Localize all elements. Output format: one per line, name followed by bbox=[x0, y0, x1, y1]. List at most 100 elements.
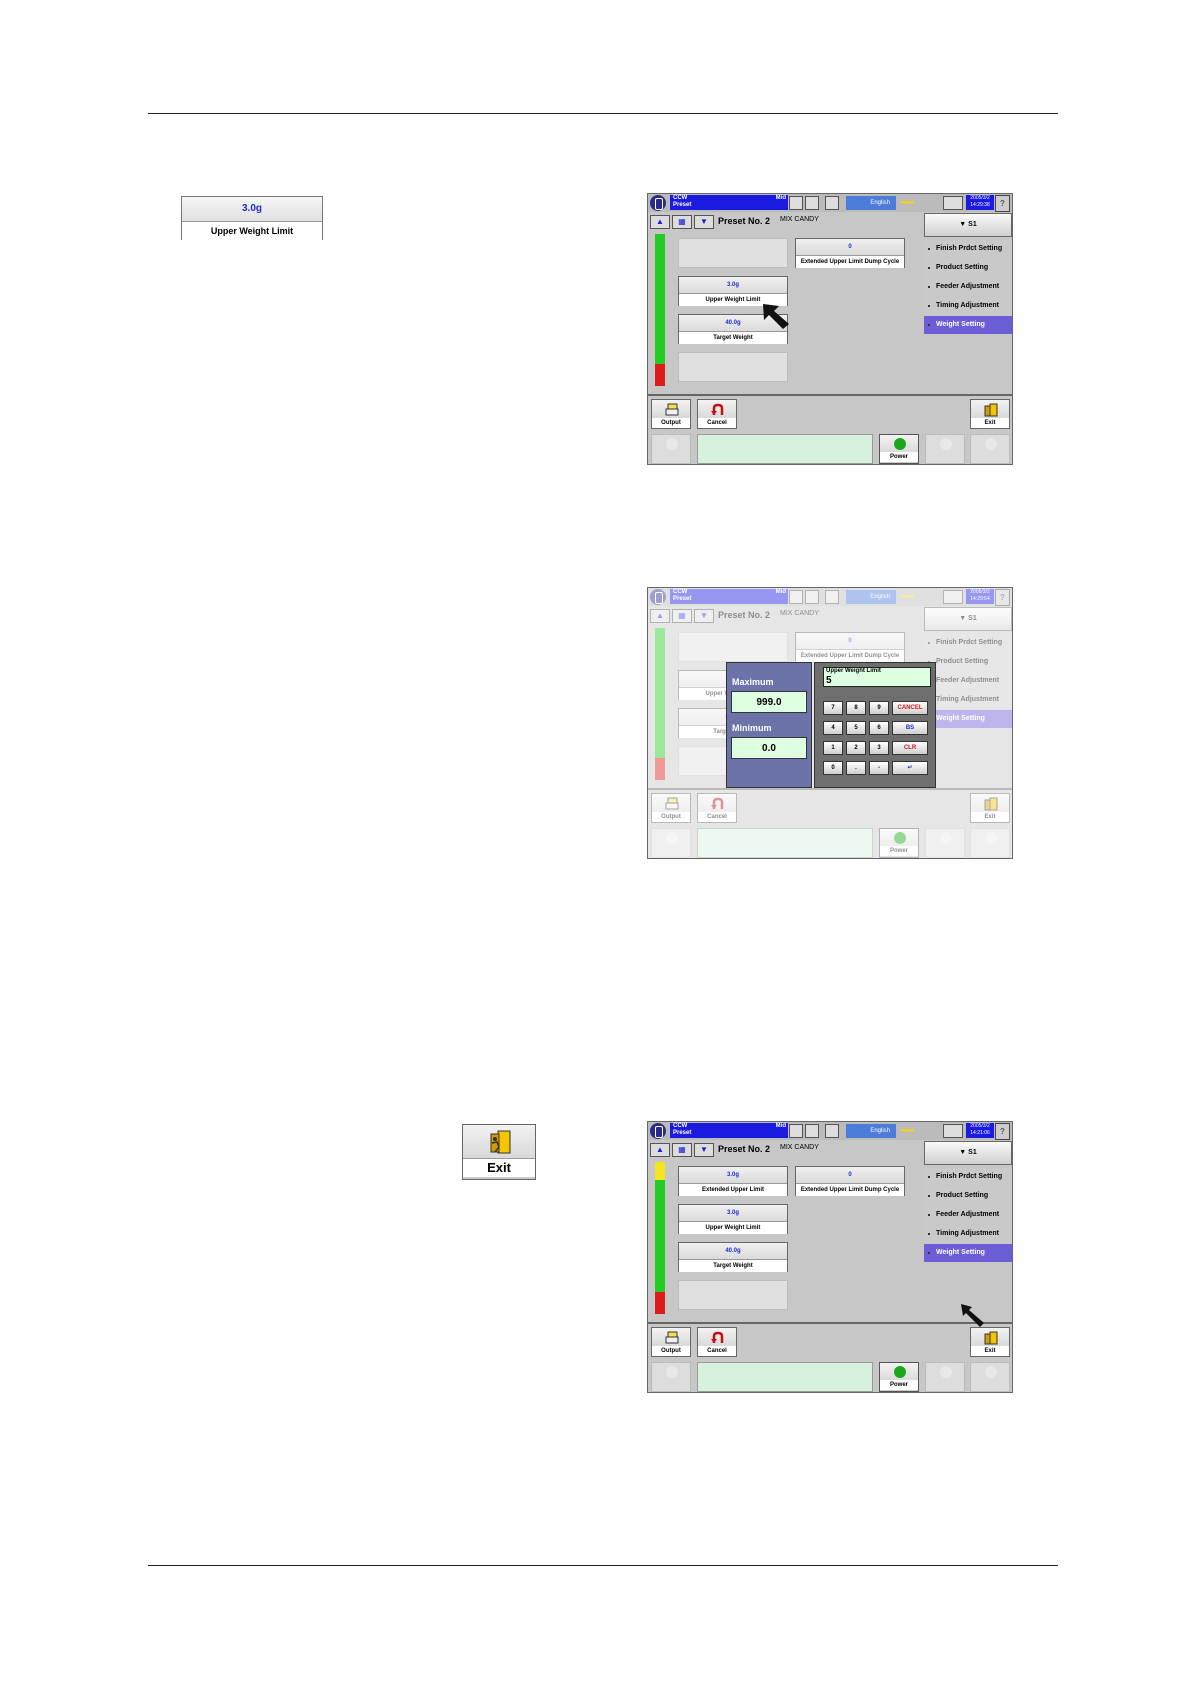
keypad-key[interactable]: 9 bbox=[869, 701, 889, 715]
mode-indicator: CCW Preset Mid bbox=[670, 1123, 788, 1138]
numeric-keypad: Upper Weight Limit 5 7 8 9 CANCEL 4 5 6 BS 1 2 3 CL… bbox=[814, 662, 936, 788]
preset-down-button[interactable]: ▼ bbox=[694, 215, 714, 229]
mode-line2: Preset bbox=[673, 202, 692, 208]
language-button[interactable]: English bbox=[846, 196, 896, 210]
footer-rule bbox=[148, 1565, 1058, 1566]
extended-upper-limit-button[interactable] bbox=[678, 238, 788, 268]
keypad-key[interactable]: . bbox=[846, 761, 866, 775]
logo-icon bbox=[650, 1123, 666, 1139]
pointer-arrow-icon bbox=[961, 1304, 984, 1327]
maximum-label: Maximum bbox=[732, 677, 774, 687]
stop-button bbox=[970, 1362, 1010, 1392]
scale-icon[interactable] bbox=[805, 196, 819, 210]
minimum-label: Minimum bbox=[732, 723, 772, 733]
preset-number: Preset No. 2 bbox=[718, 216, 771, 226]
exit-label: Exit bbox=[463, 1158, 535, 1177]
cancel-button[interactable]: Cancel bbox=[697, 1327, 737, 1357]
menu-weight-setting[interactable]: Weight Setting bbox=[924, 316, 1012, 334]
extended-upper-limit-button[interactable]: 3.0g Extended Upper Limit bbox=[678, 1166, 788, 1196]
keypad-key[interactable]: 5 bbox=[846, 721, 866, 735]
signal-dots-icon: ●●●●● bbox=[900, 200, 914, 206]
exit-button[interactable]: Exit bbox=[970, 399, 1010, 429]
exit-button[interactable]: Exit bbox=[970, 1327, 1010, 1357]
help-icon[interactable]: ? bbox=[995, 195, 1010, 212]
keypad-key[interactable]: 1 bbox=[823, 741, 843, 755]
extended-upper-limit-dump-cycle-button[interactable]: 0 Extended Upper Limit Dump Cycle bbox=[795, 1166, 905, 1196]
keypad-key[interactable]: 4 bbox=[823, 721, 843, 735]
menu-product-setting[interactable]: Product Setting bbox=[924, 259, 1012, 277]
weight-range-bar bbox=[655, 1162, 665, 1314]
menu-feeder-adjustment[interactable]: Feeder Adjustment bbox=[924, 278, 1012, 296]
scale-icon[interactable] bbox=[805, 1124, 819, 1138]
keypad-key[interactable]: CLR bbox=[892, 741, 928, 755]
power-button[interactable]: Power bbox=[879, 1362, 919, 1392]
s1-selector-button[interactable]: ▼ S1 bbox=[924, 213, 1012, 237]
weight-range-bar bbox=[655, 234, 665, 386]
upper-weight-limit-label: Upper Weight Limit bbox=[182, 221, 322, 240]
edit-icon[interactable] bbox=[789, 196, 803, 210]
keypad-key[interactable]: 0 bbox=[823, 761, 843, 775]
keypad-key[interactable]: 8 bbox=[846, 701, 866, 715]
keypad-key[interactable]: CANCEL bbox=[892, 701, 928, 715]
output-icon bbox=[665, 1331, 679, 1344]
status-message-area bbox=[697, 1362, 873, 1392]
menu-timing-adjustment[interactable]: Timing Adjustment bbox=[924, 297, 1012, 315]
top-bar: CCW Preset Mid English ●●●●● 2005/3/214:… bbox=[648, 1122, 1012, 1140]
upper-weight-limit-button[interactable]: 3.0g Upper Weight Limit bbox=[678, 1204, 788, 1234]
undo-icon bbox=[711, 403, 724, 415]
s1-selector-button[interactable]: ▼ S1 bbox=[924, 1141, 1012, 1165]
network-icon bbox=[943, 196, 963, 210]
power-button[interactable]: Power bbox=[879, 434, 919, 464]
keypad-key[interactable]: BS bbox=[892, 721, 928, 735]
keypad-key[interactable]: 3 bbox=[869, 741, 889, 755]
hmi-screen-1: CCW Preset Mid English ●●●●● 2005/3/2 14:… bbox=[647, 193, 1013, 465]
preset-number: Preset No. 2 bbox=[718, 1144, 771, 1154]
exit-door-icon bbox=[984, 1331, 998, 1345]
home-button bbox=[651, 434, 691, 464]
menu-finish-prdct-setting[interactable]: Finish Prdct Setting bbox=[924, 240, 1012, 258]
menu-weight-setting[interactable]: Weight Setting bbox=[924, 1244, 1012, 1262]
mode-indicator: CCW Preset Mid bbox=[670, 195, 788, 210]
menu-product-setting[interactable]: Product Setting bbox=[924, 1187, 1012, 1205]
divider bbox=[648, 394, 1012, 396]
pointer-arrow-icon bbox=[763, 304, 789, 329]
preset-list-button[interactable]: ▦ bbox=[672, 1143, 692, 1157]
network-icon bbox=[943, 1124, 963, 1138]
target-weight-button[interactable]: 40.0g Target Weight bbox=[678, 1242, 788, 1272]
operator-icon[interactable] bbox=[825, 1124, 839, 1138]
operator-icon[interactable] bbox=[825, 196, 839, 210]
preset-list-button[interactable]: ▦ bbox=[672, 215, 692, 229]
keypad-key[interactable]: 6 bbox=[869, 721, 889, 735]
upper-weight-limit-value: 3.0g bbox=[241, 203, 262, 214]
menu-feeder-adjustment[interactable]: Feeder Adjustment bbox=[924, 1206, 1012, 1224]
keypad-key[interactable]: - bbox=[869, 761, 889, 775]
datetime-display: 2005/3/2 14:29:38 bbox=[966, 195, 994, 210]
start-button bbox=[925, 1362, 965, 1392]
help-icon[interactable]: ? bbox=[995, 1123, 1010, 1140]
preset-up-button[interactable]: ▲ bbox=[650, 1143, 670, 1157]
status-message-area bbox=[697, 434, 873, 464]
keypad-input-field[interactable]: Upper Weight Limit 5 bbox=[823, 667, 931, 687]
preset-up-button[interactable]: ▲ bbox=[650, 215, 670, 229]
keypad-key[interactable]: ↵ bbox=[892, 761, 928, 775]
keypad-key[interactable]: 7 bbox=[823, 701, 843, 715]
power-icon bbox=[894, 438, 906, 450]
menu-finish-prdct-setting[interactable]: Finish Prdct Setting bbox=[924, 1168, 1012, 1186]
edit-icon[interactable] bbox=[789, 1124, 803, 1138]
minimum-value: 0.0 bbox=[731, 737, 807, 759]
output-button[interactable]: Output bbox=[651, 1327, 691, 1357]
start-button bbox=[925, 434, 965, 464]
range-panel: Maximum 999.0 Minimum 0.0 bbox=[726, 662, 812, 788]
exit-callout-button[interactable]: Exit bbox=[462, 1124, 536, 1180]
language-button[interactable]: English bbox=[846, 1124, 896, 1138]
output-button[interactable]: Output bbox=[651, 399, 691, 429]
divider bbox=[648, 1322, 1012, 1324]
upper-weight-limit-callout-button[interactable]: 3.0g Upper Weight Limit bbox=[181, 196, 323, 240]
cancel-button[interactable]: Cancel bbox=[697, 399, 737, 429]
preset-down-button[interactable]: ▼ bbox=[694, 1143, 714, 1157]
top-bar: CCW Preset Mid English ●●●●● 2005/3/214:… bbox=[648, 194, 1012, 212]
keypad-key[interactable]: 2 bbox=[846, 741, 866, 755]
disabled-setting-button bbox=[678, 1280, 788, 1310]
extended-upper-limit-dump-cycle-button[interactable]: 0 Extended Upper Limit Dump Cycle bbox=[795, 238, 905, 268]
menu-timing-adjustment[interactable]: Timing Adjustment bbox=[924, 1225, 1012, 1243]
